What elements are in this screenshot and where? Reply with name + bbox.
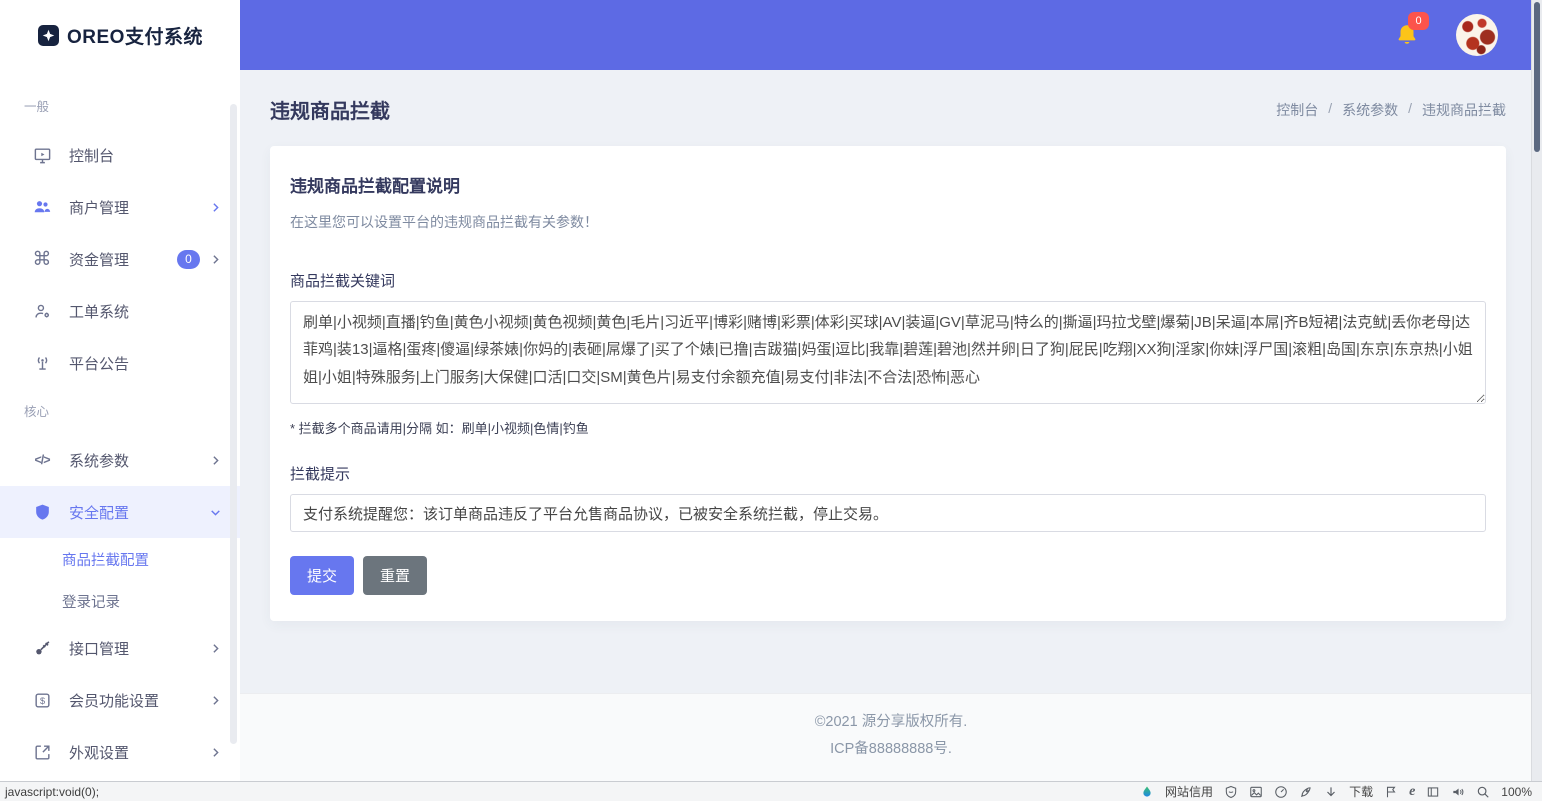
breadcrumb-system-params[interactable]: 系统参数 (1342, 100, 1398, 120)
card-subtitle: 在这里您可以设置平台的违规商品拦截有关参数！ (290, 212, 1486, 232)
submit-button[interactable]: 提交 (290, 556, 354, 595)
keywords-textarea[interactable]: 刷单|小视频|直播|钓鱼|黄色小视频|黄色视频|黄色|毛片|习近平|博彩|赌博|… (290, 301, 1486, 404)
top-navbar: 0 (240, 0, 1542, 70)
chevron-right-icon (209, 201, 222, 214)
sidebar-item-merchants[interactable]: 商户管理 (0, 181, 240, 233)
speed-gauge-icon[interactable] (1274, 785, 1288, 799)
download-label[interactable]: 下载 (1349, 783, 1373, 800)
chevron-right-icon (209, 694, 222, 707)
funds-count-badge: 0 (177, 250, 200, 269)
breadcrumb-current: 违规商品拦截 (1422, 100, 1506, 120)
page-header: 违规商品拦截 控制台 / 系统参数 / 违规商品拦截 (240, 70, 1542, 146)
search-zoom-icon[interactable] (1476, 785, 1490, 799)
browser-status-bar: javascript:void(0); 网站信用 下载 e (0, 781, 1542, 801)
sidebar-item-security-config[interactable]: 安全配置 (0, 486, 240, 538)
breadcrumb-separator: / (1328, 100, 1332, 120)
logo-shield-icon (38, 25, 59, 46)
sidebar-subitem-login-records[interactable]: 登录记录 (0, 580, 240, 622)
keywords-hint: * 拦截多个商品请用|分隔 如：刷单|小视频|色情|钓鱼 (290, 418, 1486, 437)
chevron-down-icon (209, 506, 222, 519)
site-credit-label[interactable]: 网站信用 (1165, 783, 1213, 800)
window-layout-icon[interactable] (1426, 785, 1440, 799)
svg-text:$: $ (39, 695, 44, 705)
sidebar-nav: 一般 控制台 商户管理 ⌘ 资金管理 0 (0, 70, 240, 778)
notifications-button[interactable]: 0 (1394, 22, 1420, 48)
broadcast-icon (30, 354, 54, 373)
sidebar-scrollbar[interactable] (230, 104, 237, 744)
image-icon[interactable] (1249, 785, 1263, 799)
page-footer: ©2021 源分享版权所有. ICP备88888888号. (240, 693, 1542, 781)
user-gear-icon (30, 302, 54, 321)
main-content: 违规商品拦截 控制台 / 系统参数 / 违规商品拦截 违规商品拦截配置说明 在这… (240, 70, 1542, 781)
reset-button[interactable]: 重置 (363, 556, 427, 595)
footer-copyright: ©2021 源分享版权所有. (240, 709, 1542, 736)
notification-count-badge: 0 (1408, 12, 1429, 30)
nav-section-core: 核心 (0, 389, 240, 434)
nav-section-general: 一般 (0, 84, 240, 129)
breadcrumb-separator: / (1408, 100, 1412, 120)
user-avatar[interactable] (1456, 14, 1498, 56)
sidebar-item-console[interactable]: 控制台 (0, 129, 240, 181)
chevron-right-icon (209, 253, 222, 266)
breadcrumb: 控制台 / 系统参数 / 违规商品拦截 (1276, 100, 1506, 120)
sidebar-item-system-params[interactable]: </> 系统参数 (0, 434, 240, 486)
keywords-label: 商品拦截关键词 (290, 270, 1486, 291)
flag-icon[interactable] (1384, 785, 1398, 799)
app-logo[interactable]: OREO支付系统 (0, 0, 240, 70)
rocket-icon[interactable] (1299, 785, 1313, 799)
shield-check-icon[interactable] (1224, 785, 1238, 799)
sidebar-item-funds[interactable]: ⌘ 资金管理 0 (0, 233, 240, 285)
browser-scrollbar[interactable] (1531, 0, 1542, 781)
shield-icon (30, 503, 54, 522)
breadcrumb-console[interactable]: 控制台 (1276, 100, 1318, 120)
page-title: 违规商品拦截 (270, 95, 390, 124)
footer-icp: ICP备88888888号. (240, 736, 1542, 763)
app-title: OREO支付系统 (67, 22, 203, 49)
link-preview-text: javascript:void(0); (5, 785, 99, 799)
sidebar-item-member-settings[interactable]: $ 会员功能设置 (0, 674, 240, 726)
chevron-right-icon (209, 642, 222, 655)
scrollbar-thumb[interactable] (1534, 2, 1540, 152)
sidebar-item-announcements[interactable]: 平台公告 (0, 337, 240, 389)
chevron-right-icon (209, 454, 222, 467)
command-icon: ⌘ (30, 250, 54, 269)
ie-icon[interactable]: e (1409, 784, 1415, 800)
tip-input[interactable] (290, 494, 1486, 532)
money-icon: $ (30, 691, 54, 710)
sidebar: OREO支付系统 一般 控制台 商户管理 ⌘ 资金管理 0 (0, 0, 240, 781)
desktop-icon (30, 146, 54, 165)
speaker-icon[interactable] (1451, 785, 1465, 799)
sidebar-subitem-product-interception[interactable]: 商品拦截配置 (0, 538, 240, 580)
sidebar-item-tickets[interactable]: 工单系统 (0, 285, 240, 337)
sidebar-item-api-management[interactable]: 接口管理 (0, 622, 240, 674)
water-drop-icon[interactable] (1140, 785, 1154, 799)
interception-config-card: 违规商品拦截配置说明 在这里您可以设置平台的违规商品拦截有关参数！ 商品拦截关键… (270, 146, 1506, 621)
layout-icon (30, 743, 54, 762)
zoom-level-label[interactable]: 100% (1501, 785, 1532, 799)
sidebar-item-appearance[interactable]: 外观设置 (0, 726, 240, 778)
code-icon: </> (30, 453, 54, 467)
users-icon (30, 197, 54, 217)
card-title: 违规商品拦截配置说明 (290, 172, 1486, 197)
tip-label: 拦截提示 (290, 463, 1486, 484)
key-icon (30, 639, 54, 658)
download-arrow-icon[interactable] (1324, 785, 1338, 799)
status-bar-tools: 网站信用 下载 e 100% (1140, 783, 1532, 800)
form-actions: 提交 重置 (290, 556, 1486, 595)
chevron-right-icon (209, 746, 222, 759)
